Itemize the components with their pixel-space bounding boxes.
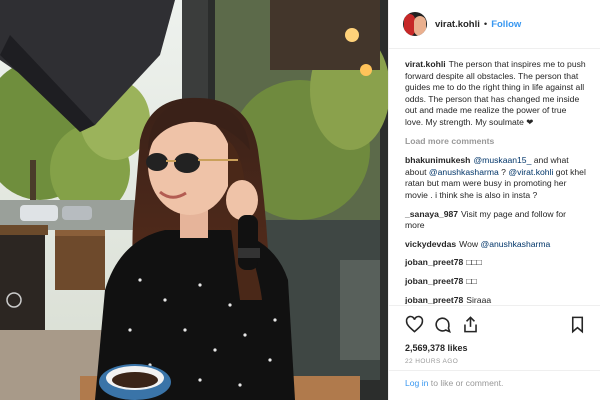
comment-item: joban_preet78 Siraaa bbox=[405, 295, 586, 305]
share-icon[interactable] bbox=[461, 315, 480, 334]
post-side-panel: virat.kohli • Follow virat.kohli The pers… bbox=[388, 0, 600, 400]
post-timestamp: 22 HOURS AGO bbox=[405, 358, 459, 365]
caption: virat.kohli The person that inspires me t… bbox=[405, 59, 586, 129]
comment-text: □□ bbox=[466, 275, 477, 286]
comment-list: bhakunimukesh @muskaan15_ and what about … bbox=[405, 155, 586, 304]
post-header: virat.kohli • Follow bbox=[389, 0, 600, 49]
heart-icon[interactable] bbox=[405, 315, 424, 334]
bookmark-icon[interactable] bbox=[568, 315, 587, 334]
likes-count[interactable]: 2,569,378 likes bbox=[405, 343, 587, 353]
comment-text: Wow bbox=[459, 238, 481, 249]
comment-mention-link[interactable]: @virat.kohli bbox=[508, 167, 553, 177]
comments-section: virat.kohli The person that inspires me t… bbox=[389, 49, 600, 304]
comment-text: □□□ bbox=[466, 257, 482, 268]
comment-item: joban_preet78 □□□ bbox=[405, 257, 586, 269]
comment-username[interactable]: bhakunimukesh bbox=[405, 155, 470, 165]
login-link[interactable]: Log in bbox=[405, 378, 428, 388]
comment-item: _sanaya_987 Visit my page and follow for … bbox=[405, 209, 586, 232]
caption-text: The person that inspires me to push forw… bbox=[405, 59, 586, 127]
avatar-icon[interactable] bbox=[403, 12, 427, 36]
login-text: to like or comment. bbox=[428, 378, 504, 388]
comment-icon[interactable] bbox=[433, 315, 452, 334]
follow-button[interactable]: Follow bbox=[491, 19, 521, 30]
comment-username[interactable]: _sanaya_987 bbox=[405, 209, 458, 219]
comment-username[interactable]: joban_preet78 bbox=[405, 295, 463, 305]
comment-username[interactable]: joban_preet78 bbox=[405, 276, 463, 286]
caption-username[interactable]: virat.kohli bbox=[405, 59, 446, 69]
photo-illustration bbox=[0, 0, 388, 400]
post-photo[interactable] bbox=[0, 0, 388, 400]
login-prompt: Log in to like or comment. bbox=[389, 370, 600, 400]
comment-mention-link[interactable]: @anushkasharma bbox=[429, 167, 499, 177]
comment-item: bhakunimukesh @muskaan15_ and what about … bbox=[405, 155, 586, 201]
header-username[interactable]: virat.kohli bbox=[435, 19, 480, 30]
comment-mention-link[interactable]: @muskaan15_ bbox=[473, 155, 531, 165]
comment-item: vickydevdas Wow @anushkasharma bbox=[405, 239, 586, 251]
post-actions: 2,569,378 likes 22 HOURS AGO bbox=[389, 305, 600, 365]
comment-text: Siraaa bbox=[466, 294, 492, 305]
comment-username[interactable]: vickydevdas bbox=[405, 239, 456, 249]
action-icons-row bbox=[405, 314, 587, 334]
header-separator: • bbox=[483, 18, 488, 30]
comment-item: joban_preet78 □□ bbox=[405, 276, 586, 288]
comment-text: ? bbox=[498, 166, 509, 177]
comment-mention-link[interactable]: @anushkasharma bbox=[480, 239, 550, 249]
load-more-comments-button[interactable]: Load more comments bbox=[405, 136, 586, 148]
comment-username[interactable]: joban_preet78 bbox=[405, 257, 463, 267]
